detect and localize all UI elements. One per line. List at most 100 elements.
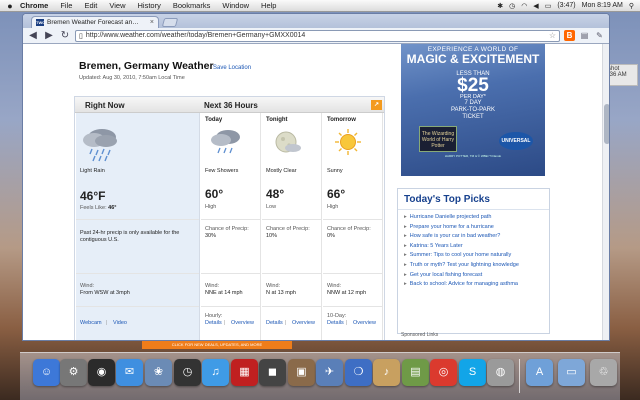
forecast-temperature: 60° bbox=[205, 187, 224, 201]
new-tab-button[interactable] bbox=[161, 18, 179, 27]
divider bbox=[201, 273, 260, 274]
menu-bookmarks[interactable]: Bookmarks bbox=[173, 1, 211, 10]
details-link[interactable]: Details bbox=[205, 320, 222, 326]
top-pick-link[interactable]: How safe is your car in bad weather? bbox=[404, 232, 545, 242]
menu-file[interactable]: File bbox=[60, 1, 72, 10]
details-link[interactable]: Details bbox=[327, 320, 344, 326]
itunes-icon[interactable]: ♫ bbox=[202, 359, 229, 386]
bookmark-star-icon[interactable]: ☆ bbox=[549, 31, 556, 40]
bluetooth-icon[interactable]: ✱ bbox=[497, 2, 503, 10]
page-icon: ▯ bbox=[79, 32, 83, 40]
back-button[interactable]: ◀ bbox=[27, 30, 39, 42]
right-now-panel: Light Rain 46°F Feels Like: 46° Past 24-… bbox=[76, 113, 200, 340]
top-pick-link[interactable]: Summer: Tips to cool your home naturally bbox=[404, 251, 545, 261]
finder-icon[interactable]: ☺ bbox=[33, 359, 60, 386]
address-bar[interactable]: ▯ http://www.weather.com/weather/today/B… bbox=[75, 29, 560, 42]
tab-weather[interactable]: TWC Bremen Weather Forecast an… × bbox=[31, 16, 159, 28]
footer-label: 10-Day: bbox=[327, 313, 347, 319]
page-menu-icon[interactable]: ▤ bbox=[579, 30, 590, 41]
battery-time[interactable]: (3:47) bbox=[557, 2, 575, 9]
advertisement-banner[interactable]: EXPERIENCE A WORLD OF MAGIC & EXCITEMENT… bbox=[401, 44, 545, 176]
garageband-icon[interactable]: ♪ bbox=[373, 359, 400, 386]
top-pick-link[interactable]: Truth or myth? Test your lightning knowl… bbox=[404, 261, 545, 271]
sunny-icon bbox=[335, 129, 361, 155]
keynote-icon[interactable]: ❍ bbox=[345, 359, 372, 386]
forecast-condition: Sunny bbox=[327, 168, 343, 174]
top-pick-link[interactable]: Katrina: 5 Years Later bbox=[404, 242, 545, 252]
dashboard-icon[interactable]: ◷ bbox=[174, 359, 201, 386]
preview-icon[interactable]: ✈ bbox=[316, 359, 343, 386]
apple-menu-icon[interactable]: ● bbox=[0, 1, 20, 11]
dvd-player-icon[interactable]: ◍ bbox=[487, 359, 514, 386]
overview-link[interactable]: Overview bbox=[231, 320, 254, 326]
light-rain-icon bbox=[83, 129, 117, 162]
expand-icon[interactable]: ↗ bbox=[371, 100, 382, 110]
wind-label: Wind: bbox=[205, 283, 220, 289]
menu-app-name[interactable]: Chrome bbox=[20, 1, 48, 10]
menu-view[interactable]: View bbox=[109, 1, 125, 10]
forecast-condition: Mostly Clear bbox=[266, 168, 297, 174]
top-pick-link[interactable]: Back to school: Advice for managing asth… bbox=[404, 280, 545, 290]
divider bbox=[262, 273, 321, 274]
skype-icon[interactable]: S bbox=[459, 359, 486, 386]
applications-folder-icon[interactable]: A bbox=[526, 359, 553, 386]
forecast-tomorrow: Tomorrow Sunny 66° High Chance of Precip… bbox=[323, 113, 383, 340]
forecast-temperature: 66° bbox=[327, 187, 346, 201]
save-location-link[interactable]: Save Location bbox=[213, 65, 251, 71]
close-tab-icon[interactable]: × bbox=[150, 19, 154, 26]
page-content: Bremen, Germany Weather Save Location Up… bbox=[23, 44, 609, 340]
weather-channel-favicon: TWC bbox=[36, 19, 46, 26]
top-pick-link[interactable]: Hurricane Danielle projected path bbox=[404, 213, 545, 223]
details-link[interactable]: Details bbox=[266, 320, 283, 326]
menu-help[interactable]: Help bbox=[261, 1, 276, 10]
clock[interactable]: Mon 8:19 AM bbox=[582, 2, 623, 9]
overview-link[interactable]: Overview bbox=[353, 320, 376, 326]
iphoto-icon[interactable]: ▣ bbox=[288, 359, 315, 386]
wind-value: From WSW at 3mph bbox=[80, 290, 130, 296]
scrollbar-thumb[interactable] bbox=[604, 104, 609, 144]
reload-button[interactable]: ↻ bbox=[59, 30, 71, 42]
time-machine-icon[interactable]: ◷ bbox=[509, 2, 515, 10]
wrench-icon[interactable]: ✎ bbox=[594, 30, 605, 41]
showers-icon bbox=[211, 130, 240, 154]
numbers-icon[interactable]: ▤ bbox=[402, 359, 429, 386]
wifi-icon[interactable]: ◠ bbox=[521, 2, 527, 10]
right-now-heading: Right Now bbox=[85, 101, 125, 110]
trash-icon[interactable]: ♲ bbox=[590, 359, 617, 386]
documents-folder-icon[interactable]: ▭ bbox=[558, 359, 585, 386]
front-row-icon[interactable]: ▦ bbox=[231, 359, 258, 386]
system-preferences-icon[interactable]: ⚙ bbox=[60, 359, 87, 386]
wind-value: NNE at 14 mph bbox=[205, 290, 243, 296]
dock-separator bbox=[519, 359, 520, 393]
overview-link[interactable]: Overview bbox=[292, 320, 315, 326]
volume-icon[interactable]: ◀ bbox=[533, 2, 538, 10]
chrome-icon[interactable]: ◎ bbox=[430, 359, 457, 386]
photo-icon[interactable]: ❀ bbox=[145, 359, 172, 386]
updated-time: Updated: Aug 30, 2010, 7:50am Local Time bbox=[79, 75, 185, 81]
forward-button[interactable]: ▶ bbox=[43, 30, 55, 42]
top-pick-link[interactable]: Get your local fishing forecast bbox=[404, 271, 545, 281]
webcam-link[interactable]: Webcam bbox=[80, 320, 102, 326]
precip-label: Chance of Precip: bbox=[205, 226, 249, 232]
link-separator: | bbox=[346, 320, 348, 326]
photo-booth-icon[interactable]: ◼ bbox=[259, 359, 286, 386]
ad-title: MAGIC & EXCITEMENT bbox=[406, 52, 540, 66]
itunes-alt-icon[interactable]: ◉ bbox=[88, 359, 115, 386]
menu-window[interactable]: Window bbox=[222, 1, 249, 10]
menu-edit[interactable]: Edit bbox=[84, 1, 97, 10]
video-link[interactable]: Video bbox=[113, 320, 127, 326]
spotlight-icon[interactable]: ⚲ bbox=[629, 2, 634, 10]
extension-icon[interactable]: B bbox=[564, 30, 575, 41]
menu-history[interactable]: History bbox=[138, 1, 161, 10]
forecast-module: Right Now Next 36 Hours ↗ Light Rain 46°… bbox=[74, 96, 385, 340]
promo-strip[interactable]: CLICK FOR NEW DEALS, UPDATES, AND MORE bbox=[142, 341, 292, 349]
ichat-icon[interactable]: ✉ bbox=[116, 359, 143, 386]
vertical-scrollbar[interactable] bbox=[602, 44, 609, 340]
current-condition: Light Rain bbox=[80, 168, 105, 174]
tab-title: Bremen Weather Forecast an… bbox=[47, 19, 139, 26]
temp-label: High bbox=[205, 204, 217, 210]
desktop-file-icon[interactable]: shot .36 AM bbox=[606, 64, 638, 86]
feels-like-value: 46° bbox=[108, 205, 117, 211]
top-pick-link[interactable]: Prepare your home for a hurricane bbox=[404, 223, 545, 233]
battery-icon[interactable]: ▭ bbox=[545, 2, 552, 10]
